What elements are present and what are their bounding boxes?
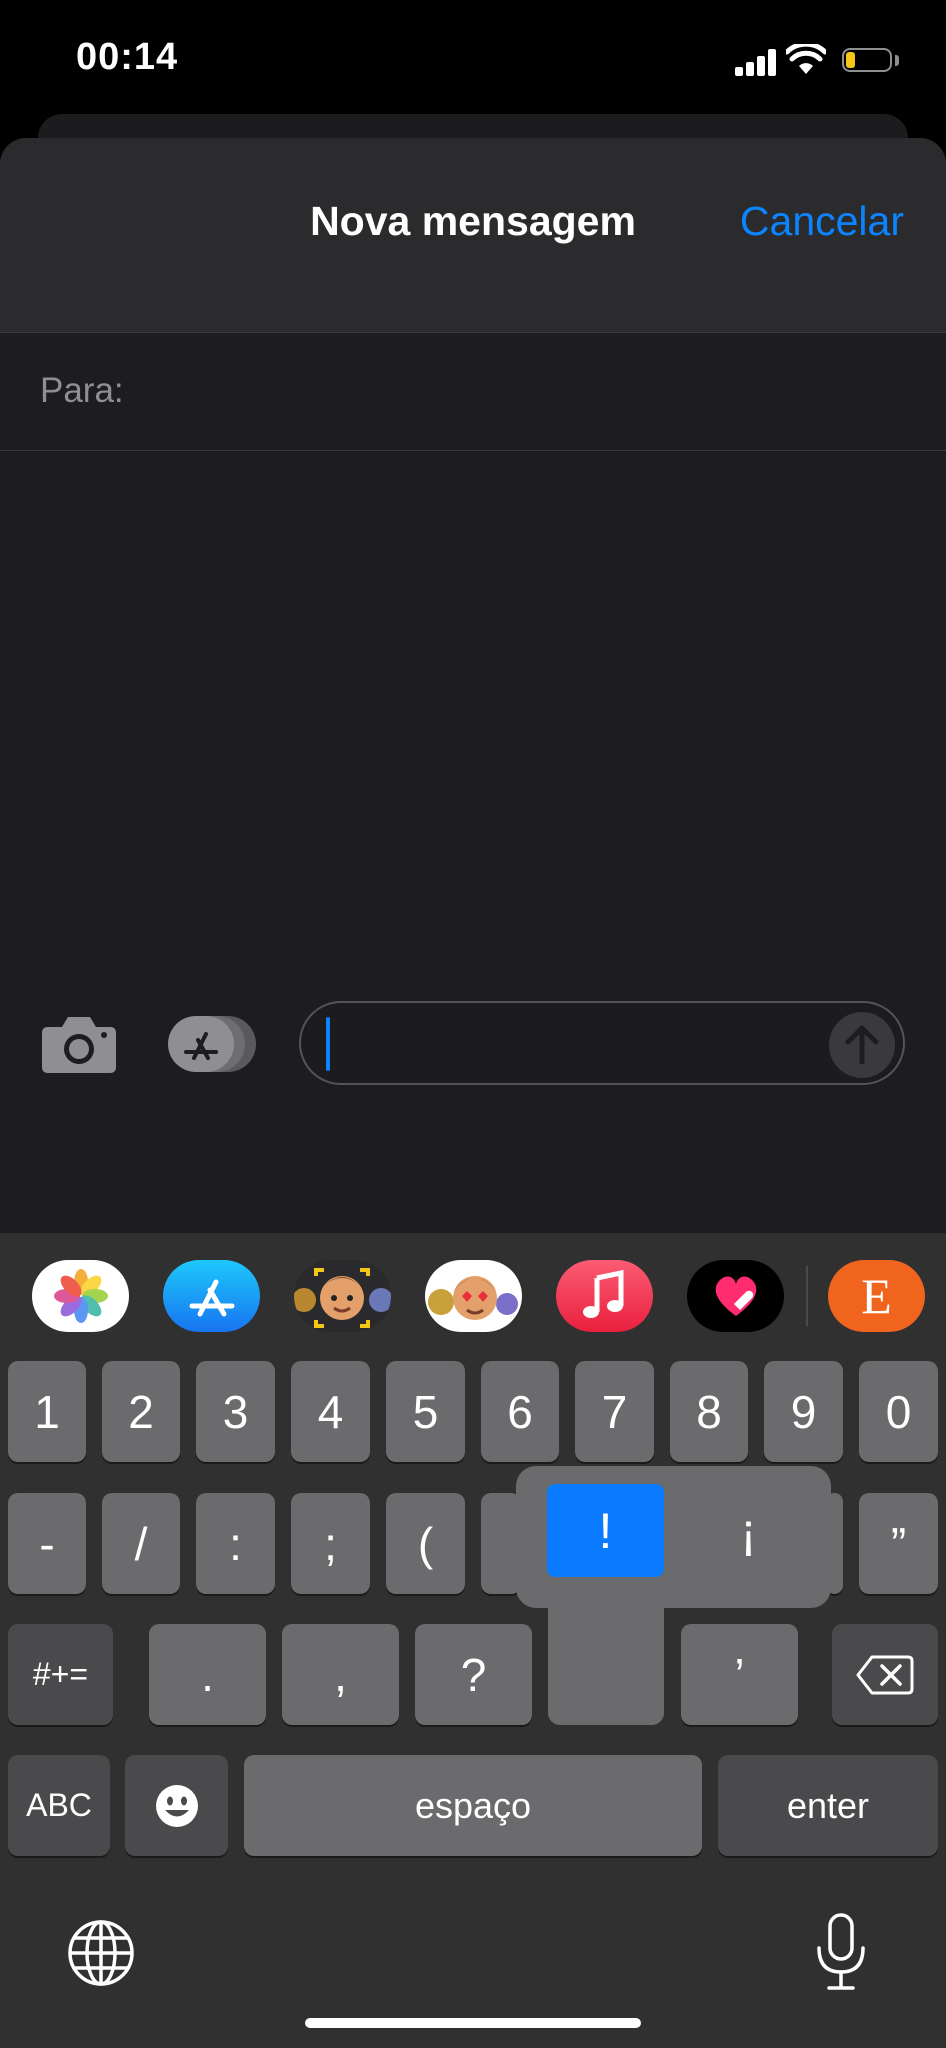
return-key[interactable]: enter	[718, 1755, 938, 1856]
etsy-icon: E	[861, 1268, 892, 1324]
key-5[interactable]: 5	[386, 1361, 465, 1462]
music-note-icon	[582, 1269, 623, 1318]
music-app-button[interactable]	[556, 1260, 653, 1332]
heart-icon	[715, 1276, 756, 1316]
camera-button[interactable]	[40, 1013, 118, 1075]
microphone-button[interactable]	[811, 1912, 871, 1992]
key-4[interactable]: 4	[291, 1361, 370, 1462]
key-semicolon[interactable]: ;	[291, 1493, 370, 1594]
photos-icon	[53, 1269, 108, 1323]
delete-icon	[856, 1655, 914, 1694]
app-store-button[interactable]	[168, 1016, 258, 1072]
key-hidden-6[interactable]	[481, 1493, 521, 1594]
cellular-signal-icon	[735, 48, 776, 76]
cancel-button[interactable]: Cancelar	[740, 198, 904, 245]
key-3[interactable]: 3	[196, 1361, 275, 1462]
key-quote[interactable]: ”	[859, 1493, 938, 1594]
key-8[interactable]: 8	[670, 1361, 748, 1462]
key-9[interactable]: 9	[764, 1361, 843, 1462]
key-comma[interactable]: ,	[282, 1624, 399, 1725]
status-time: 00:14	[76, 36, 179, 78]
app-store-icon	[189, 1279, 234, 1317]
globe-button[interactable]	[66, 1918, 136, 1988]
microphone-icon	[817, 1913, 865, 1990]
photos-app-button[interactable]	[32, 1260, 129, 1332]
app-strip-divider	[806, 1266, 808, 1326]
emoji-key[interactable]	[125, 1755, 228, 1856]
key-2[interactable]: 2	[102, 1361, 180, 1462]
key-period[interactable]: .	[149, 1624, 266, 1725]
battery-icon	[842, 48, 892, 72]
key-hyphen[interactable]: -	[8, 1493, 86, 1594]
key-slash[interactable]: /	[102, 1493, 180, 1594]
etsy-app-button[interactable]: E	[828, 1260, 925, 1332]
globe-icon	[68, 1920, 134, 1986]
popup-option-inverted-exclamation[interactable]: ¡	[690, 1484, 807, 1577]
key-more-symbols[interactable]: #+=	[8, 1624, 113, 1725]
key-abc[interactable]: ABC	[8, 1755, 110, 1856]
battery-tip	[895, 55, 899, 66]
memoji-camera-icon	[294, 1268, 391, 1328]
memoji-stickers-icon	[428, 1276, 518, 1320]
send-button[interactable]	[829, 1012, 895, 1078]
key-colon[interactable]: :	[196, 1493, 275, 1594]
key-open-paren[interactable]: (	[386, 1493, 465, 1594]
emoji-icon	[155, 1784, 198, 1827]
key-7[interactable]: 7	[575, 1361, 654, 1462]
key-apostrophe[interactable]: ’	[681, 1624, 798, 1725]
wifi-icon	[786, 44, 826, 74]
recipient-field[interactable]: Para:	[0, 333, 946, 451]
message-input[interactable]	[299, 1001, 905, 1085]
text-cursor	[326, 1017, 330, 1071]
app-store-app-button[interactable]	[163, 1260, 260, 1332]
delete-key[interactable]	[832, 1624, 938, 1725]
app-store-icon	[168, 1016, 256, 1072]
recipient-label: Para:	[40, 371, 124, 410]
memoji-stickers-button[interactable]	[425, 1260, 522, 1332]
nav-bar: Nova mensagem Cancelar	[0, 138, 946, 333]
key-0[interactable]: 0	[859, 1361, 938, 1462]
space-key[interactable]: espaço	[244, 1755, 702, 1856]
home-indicator	[305, 2018, 641, 2028]
popup-option-exclamation[interactable]: !	[547, 1484, 664, 1577]
key-1[interactable]: 1	[8, 1361, 86, 1462]
memoji-camera-button[interactable]	[294, 1260, 391, 1332]
camera-icon	[42, 1017, 116, 1073]
digital-touch-button[interactable]	[687, 1260, 784, 1332]
key-question[interactable]: ?	[415, 1624, 532, 1725]
key-6[interactable]: 6	[481, 1361, 559, 1462]
arrow-up-icon	[845, 1025, 879, 1065]
